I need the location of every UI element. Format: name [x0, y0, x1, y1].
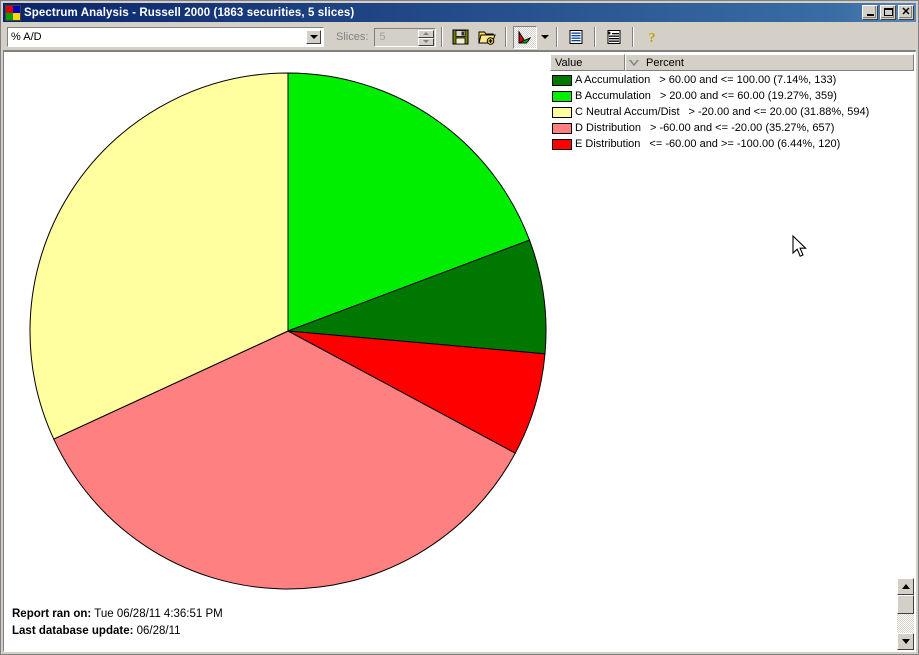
pie-chart[interactable]	[5, 53, 549, 613]
slices-value: 5	[379, 31, 386, 43]
chart-legend: Value Percent A Accumulation > 60.00 and …	[550, 54, 914, 150]
vertical-scrollbar[interactable]	[897, 578, 914, 650]
legend-item-name: A Accumulation	[575, 74, 651, 86]
legend-item-range: > 20.00 and <= 60.00 (19.27%, 359)	[659, 90, 837, 102]
save-button[interactable]	[449, 26, 473, 49]
legend-item-name: E Distribution	[575, 138, 641, 150]
slices-stepper[interactable]: 5	[374, 27, 437, 47]
legend-item-range: <= -60.00 and >= -100.00 (6.44%, 120)	[649, 138, 841, 150]
field-select-value: % A/D	[11, 31, 42, 43]
legend-item-range: > -60.00 and <= -20.00 (35.27%, 657)	[650, 122, 835, 134]
legend-color-swatch	[552, 122, 572, 134]
scrollbar-track[interactable]	[897, 614, 914, 633]
legend-color-swatch	[552, 106, 572, 118]
slices-spinner[interactable]	[418, 29, 435, 46]
legend-column-percent[interactable]: Percent	[625, 54, 914, 71]
maximize-button[interactable]	[880, 5, 896, 20]
legend-item[interactable]: C Neutral Accum/Dist > -20.00 and <= 20.0…	[550, 104, 914, 120]
help-button[interactable]: ?	[640, 26, 664, 49]
floppy-disk-icon	[452, 29, 469, 45]
legend-item-range: > -20.00 and <= 20.00 (31.88%, 594)	[688, 106, 870, 118]
legend-color-swatch	[552, 74, 572, 86]
legend-item-name: B Accumulation	[575, 90, 651, 102]
client-area: Value Percent A Accumulation > 60.00 and …	[3, 51, 916, 652]
legend-item[interactable]: E Distribution <= -60.00 and >= -100.00 (…	[550, 136, 914, 152]
report-ran-line: Report ran on: Tue 06/28/11 4:36:51 PM	[12, 606, 914, 623]
slices-decrement[interactable]	[418, 37, 435, 46]
minimize-button[interactable]	[862, 5, 878, 20]
legend-color-swatch	[552, 90, 572, 102]
title-bar[interactable]: Spectrum Analysis - Russell 2000 (1863 s…	[3, 3, 916, 22]
open-add-button[interactable]	[475, 26, 499, 49]
sort-descending-icon	[629, 59, 639, 66]
legend-rows: A Accumulation > 60.00 and <= 100.00 (7.1…	[550, 71, 914, 152]
toolbar-separator	[594, 27, 597, 47]
chevron-down-icon[interactable]	[306, 30, 321, 44]
report-icon	[607, 30, 621, 44]
scroll-down-button[interactable]	[897, 633, 914, 650]
app-spectrum-icon	[5, 4, 21, 21]
legend-item-range: > 60.00 and <= 100.00 (7.14%, 133)	[659, 74, 837, 86]
db-update-label: Last database update:	[12, 625, 134, 637]
db-update-line: Last database update: 06/28/11	[12, 623, 914, 640]
legend-item-name: C Neutral Accum/Dist	[575, 106, 680, 118]
legend-column-value[interactable]: Value	[550, 54, 625, 71]
legend-item[interactable]: A Accumulation > 60.00 and <= 100.00 (7.1…	[550, 72, 914, 88]
toolbar-separator	[505, 27, 508, 47]
scroll-up-button[interactable]	[897, 578, 914, 595]
question-mark-icon: ?	[649, 31, 656, 45]
list-icon	[569, 30, 583, 44]
list-view-button[interactable]	[564, 26, 588, 49]
window-controls: ✕	[862, 5, 916, 20]
slices-label: Slices:	[336, 31, 369, 43]
report-ran-value: Tue 06/28/11 4:36:51 PM	[94, 608, 223, 620]
report-footer: Report ran on: Tue 06/28/11 4:36:51 PM L…	[5, 602, 914, 650]
svg-text:?: ?	[649, 31, 656, 45]
chart-type-dropdown[interactable]	[538, 26, 551, 49]
toolbar-separator	[441, 27, 444, 47]
db-update-value: 06/28/11	[136, 625, 181, 637]
chart-type-button[interactable]	[513, 25, 538, 49]
legend-color-swatch	[552, 138, 572, 150]
toolbar: % A/D Slices: 5 ?	[3, 24, 916, 51]
window-title: Spectrum Analysis - Russell 2000 (1863 s…	[24, 6, 355, 19]
close-button[interactable]: ✕	[898, 5, 914, 20]
application-window: Spectrum Analysis - Russell 2000 (1863 s…	[0, 0, 919, 655]
report-ran-label: Report ran on:	[12, 608, 92, 620]
legend-header: Value Percent	[550, 54, 914, 71]
legend-item[interactable]: B Accumulation > 20.00 and <= 60.00 (19.2…	[550, 88, 914, 104]
legend-item-name: D Distribution	[575, 122, 642, 134]
toolbar-separator	[556, 27, 559, 47]
folder-add-icon	[478, 31, 497, 45]
legend-item[interactable]: D Distribution > -60.00 and <= -20.00 (35…	[550, 120, 914, 136]
toolbar-separator	[632, 27, 635, 47]
scrollbar-thumb[interactable]	[897, 595, 914, 614]
field-select[interactable]: % A/D	[7, 27, 324, 47]
chart-pane	[5, 53, 549, 601]
slices-increment[interactable]	[418, 29, 435, 38]
pie-chart-icon	[518, 29, 531, 43]
legend-column-percent-label: Percent	[646, 56, 684, 69]
report-button[interactable]	[602, 26, 626, 49]
